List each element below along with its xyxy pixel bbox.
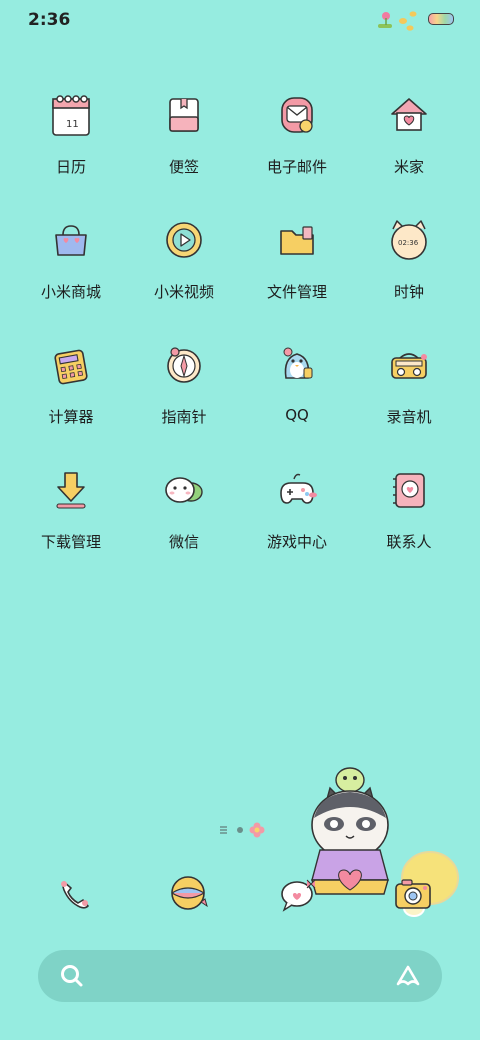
app-label: 下载管理 [40, 533, 101, 551]
app-mi-video[interactable]: 小米视频 [128, 215, 240, 325]
camera-icon[interactable] [388, 868, 438, 918]
calendar-date: 11 [66, 119, 79, 130]
calendar-icon: 11 [52, 95, 90, 136]
compass-icon [167, 347, 201, 383]
app-label: 电子邮件 [266, 158, 327, 176]
app-label: 指南针 [161, 408, 207, 426]
status-bar: 2:36 [0, 0, 480, 40]
app-label: 微信 [168, 533, 199, 551]
app-recorder[interactable]: 录音机 [353, 340, 465, 450]
app-file-manager[interactable]: 文件管理 [241, 215, 353, 325]
folder-icon [280, 226, 314, 255]
recorder-icon [391, 353, 427, 379]
app-compass[interactable]: 指南针 [128, 340, 240, 450]
app-contacts[interactable]: 联系人 [353, 465, 465, 575]
app-clock[interactable]: 02:36 时钟 [353, 215, 465, 325]
app-download-manager[interactable]: 下载管理 [15, 465, 127, 575]
gamepad-icon [280, 473, 317, 504]
status-time: 2:36 [28, 10, 71, 30]
notes-icon [169, 98, 199, 132]
app-label: QQ [285, 406, 309, 424]
app-email[interactable]: 电子邮件 [241, 90, 353, 200]
chat-bubbles-icon [165, 477, 203, 503]
search-icon [61, 965, 83, 987]
calculator-icon [54, 349, 88, 385]
app-label: 小米视频 [153, 283, 214, 301]
app-label: 时钟 [393, 283, 424, 301]
message-icon[interactable] [275, 868, 325, 918]
app-label: 录音机 [386, 408, 432, 426]
app-notes[interactable]: 便签 [128, 90, 240, 200]
video-play-icon [166, 222, 202, 258]
app-label: 计算器 [48, 408, 94, 426]
penguin-icon [283, 347, 313, 379]
app-label: 文件管理 [266, 283, 327, 301]
shopping-bag-icon [55, 225, 87, 256]
download-icon [56, 472, 86, 509]
app-label: 联系人 [386, 533, 432, 551]
app-label: 日历 [55, 158, 86, 176]
app-qq[interactable]: QQ [241, 340, 353, 450]
browser-ball-icon[interactable] [163, 868, 213, 918]
app-mijia[interactable]: 米家 [353, 90, 465, 200]
app-label: 便签 [168, 158, 199, 176]
app-calendar[interactable]: 11 日历 [15, 90, 127, 200]
dock [0, 850, 480, 940]
email-icon [281, 97, 313, 133]
search-bar[interactable] [38, 950, 442, 1002]
app-label: 米家 [393, 158, 424, 176]
flower-icon [249, 822, 265, 838]
clock-face-time: 02:36 [398, 239, 419, 247]
bees-flower-icon [378, 11, 417, 31]
page-indicator[interactable] [218, 820, 268, 840]
clock-icon: 02:36 [391, 220, 427, 260]
voice-assistant-icon[interactable] [394, 962, 422, 990]
app-calculator[interactable]: 计算器 [15, 340, 127, 450]
app-wechat[interactable]: 微信 [128, 465, 240, 575]
app-label: 游戏中心 [266, 533, 327, 551]
app-label: 小米商城 [40, 283, 101, 301]
battery-icon [428, 13, 454, 25]
phone-icon[interactable] [50, 868, 100, 918]
app-game-center[interactable]: 游戏中心 [241, 465, 353, 575]
contacts-book-icon [393, 473, 425, 508]
home-icon [391, 98, 427, 131]
app-mi-store[interactable]: 小米商城 [15, 215, 127, 325]
